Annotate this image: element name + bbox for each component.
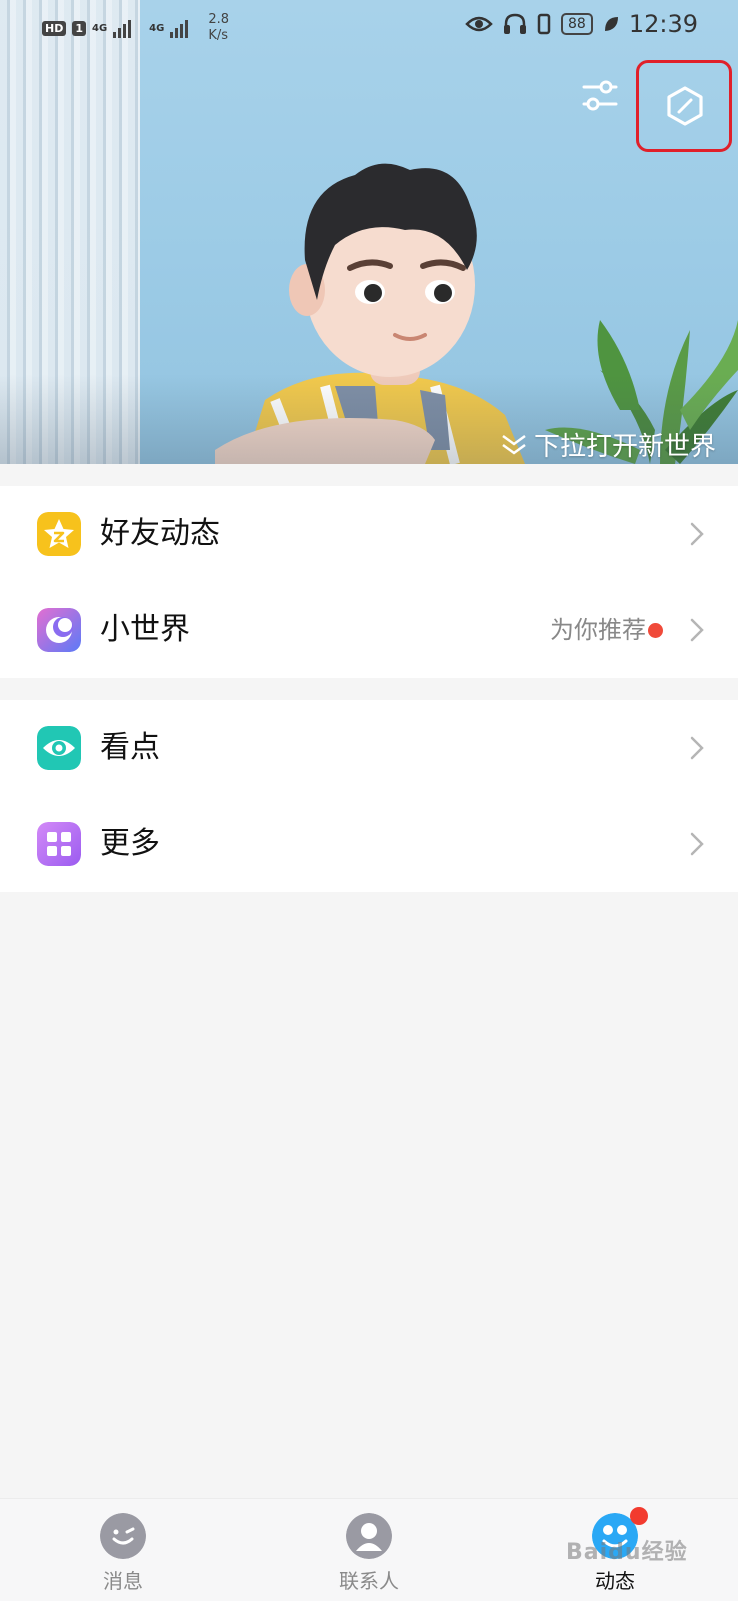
double-chevron-down-icon [502, 434, 526, 455]
tab-messages[interactable]: 消息 [43, 1499, 203, 1601]
eco-leaf-icon [604, 17, 618, 31]
row-more-label: 更多 [100, 826, 160, 861]
chevron-right-icon [690, 522, 704, 546]
row-kandian[interactable]: 看点 [0, 700, 738, 796]
tab-messages-label: 消息 [103, 1569, 143, 1593]
status-bar: HD 1 4G 4G 2.8 K/s 88 12:39 [0, 0, 738, 50]
hd-badge: HD [42, 20, 67, 36]
feed-notification-badge [630, 1507, 648, 1525]
network-speed: 2.8 K/s [208, 12, 229, 44]
network-type-2: 4G [149, 22, 165, 34]
qzone-star-icon [37, 512, 81, 556]
tab-contacts[interactable]: 联系人 [289, 1499, 449, 1601]
message-icon [100, 1513, 146, 1559]
feature-group-1: 好友动态 小世界 为你推荐 [0, 486, 738, 678]
network-speed-unit: K/s [208, 28, 229, 43]
vibrate-icon [537, 13, 551, 35]
row-friend-feed-label: 好友动态 [100, 516, 220, 551]
network-speed-value: 2.8 [208, 12, 230, 27]
status-right: 88 12:39 [465, 10, 698, 38]
small-world-icon [37, 608, 81, 652]
row-small-world-label: 小世界 [100, 612, 190, 647]
feature-group-2: 看点 更多 [0, 700, 738, 892]
row-small-world[interactable]: 小世界 为你推荐 [0, 582, 738, 678]
signal-icon [113, 20, 132, 38]
tab-feed-label: 动态 [595, 1569, 635, 1593]
battery-indicator: 88 [561, 13, 593, 35]
network-type-1: 4G [92, 22, 108, 34]
row-more[interactable]: 更多 [0, 796, 738, 892]
chevron-right-icon [690, 618, 704, 642]
chevron-right-icon [690, 832, 704, 856]
eye-icon [465, 16, 493, 32]
tab-contacts-label: 联系人 [339, 1569, 399, 1593]
pull-down-hint[interactable]: 下拉打开新世界 [500, 426, 716, 463]
sliders-icon [582, 80, 618, 111]
pull-down-hint-text: 下拉打开新世界 [533, 432, 716, 462]
hexagon-icon [667, 86, 703, 126]
sim1-badge: 1 [72, 20, 86, 36]
filter-settings-button[interactable] [580, 76, 624, 120]
row-kandian-label: 看点 [100, 730, 160, 765]
signal-icon [170, 20, 189, 38]
recommend-text: 为你推荐 [550, 616, 646, 644]
status-left: HD 1 4G 4G 2.8 K/s [42, 12, 229, 44]
row-friend-feed[interactable]: 好友动态 [0, 486, 738, 582]
contacts-icon [346, 1513, 392, 1559]
hero-banner[interactable]: HD 1 4G 4G 2.8 K/s 88 12:39 下拉打开新世界 [0, 0, 738, 464]
grid-icon [37, 822, 81, 866]
eye-icon [37, 726, 81, 770]
watermark: Baidu经验 [566, 1540, 688, 1565]
notification-dot [648, 623, 663, 638]
status-time: 12:39 [628, 10, 698, 38]
headphones-icon [504, 13, 526, 34]
chevron-right-icon [690, 736, 704, 760]
hexagon-settings-button[interactable] [636, 60, 732, 152]
